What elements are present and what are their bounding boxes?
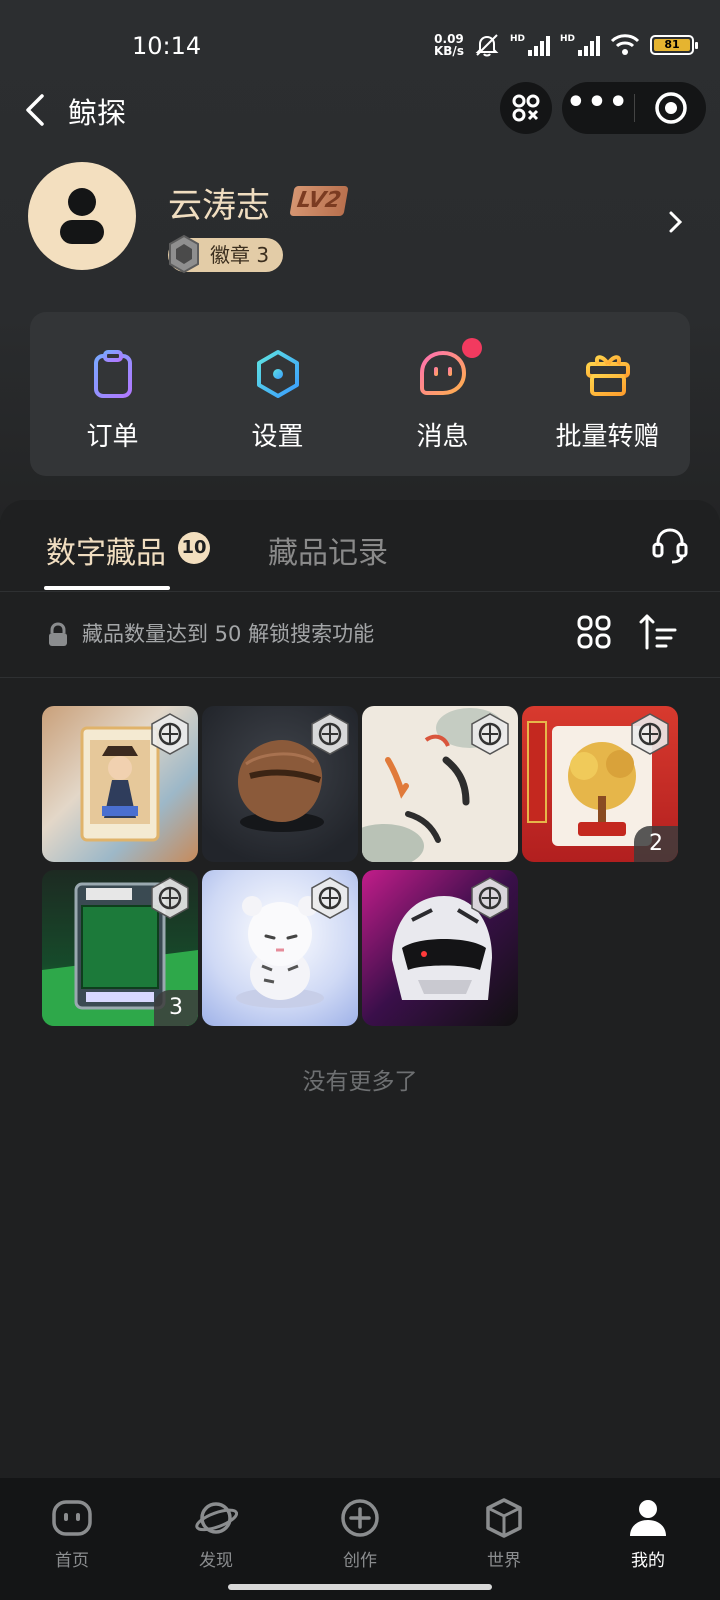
collectible-card-walnut[interactable] — [202, 706, 358, 862]
target-icon — [654, 92, 687, 124]
collection-panel: 数字藏品 10 藏品记录 藏品数量达到 50 解锁搜索功能 2 3 没有更多了 — [0, 500, 720, 1480]
sim1-tag: HD — [509, 34, 525, 44]
quantity-badge: 2 — [634, 826, 678, 862]
tab-collection-records[interactable]: 藏品记录 — [268, 528, 388, 572]
nav-me[interactable]: 我的 — [576, 1478, 720, 1600]
quick-actions: 订单 设置 消息 批量转赠 — [30, 312, 690, 476]
customer-service-icon[interactable] — [650, 526, 690, 566]
search-lock-row: 藏品数量达到 50 解锁搜索功能 — [0, 592, 720, 678]
nav-create[interactable]: 创作 — [288, 1478, 432, 1600]
batch-transfer-label: 批量转赠 — [555, 422, 660, 452]
search-unlock-hint: 藏品数量达到 50 解锁搜索功能 — [82, 622, 375, 646]
messages-label: 消息 — [416, 422, 469, 452]
collectible-card-anime[interactable] — [42, 706, 198, 862]
nav-me-label: 我的 — [631, 1551, 665, 1571]
collection-tabs: 数字藏品 10 藏品记录 — [0, 500, 720, 592]
settings-label: 设置 — [251, 422, 304, 452]
nav-discover[interactable]: 发现 — [144, 1478, 288, 1600]
wifi-icon — [610, 34, 640, 55]
settings-button[interactable]: 设置 — [195, 312, 360, 476]
back-icon[interactable] — [18, 90, 58, 130]
collectible-card-billiards[interactable]: 3 — [42, 870, 198, 1026]
plus-circle-icon — [341, 1499, 379, 1537]
level-badge: LV2 — [289, 186, 349, 216]
home-indicator[interactable] — [228, 1584, 492, 1590]
mute-bell-icon — [475, 34, 499, 57]
status-bar: 10:14 0.09 KB/s HD HD 81 — [0, 0, 720, 90]
message-face-icon — [419, 350, 466, 395]
sim2-tag: HD — [559, 34, 575, 44]
mini-program-capsule: ••• — [562, 82, 706, 134]
collectible-card-money-tree[interactable]: 2 — [522, 706, 678, 862]
blockchain-icon — [151, 713, 189, 755]
collectible-card-helmet[interactable] — [362, 870, 518, 1026]
orders-label: 订单 — [86, 422, 139, 452]
unread-dot — [462, 338, 482, 358]
cube-icon — [486, 1498, 522, 1538]
chevron-right-icon[interactable] — [664, 210, 688, 234]
blockchain-icon — [151, 877, 189, 919]
scan-code-icon — [512, 94, 540, 122]
nav-create-label: 创作 — [343, 1551, 377, 1571]
grid-view-icon[interactable] — [576, 614, 612, 650]
no-more-text: 没有更多了 — [302, 1069, 418, 1095]
sort-icon[interactable] — [638, 612, 678, 652]
blockchain-icon — [471, 713, 509, 755]
nav-home[interactable]: 首页 — [0, 1478, 144, 1600]
badge-medal-icon — [169, 234, 199, 274]
scan-button[interactable] — [500, 82, 552, 134]
batch-transfer-button[interactable]: 批量转赠 — [525, 312, 690, 476]
collectible-card-white-tiger[interactable] — [202, 870, 358, 1026]
nav-discover-label: 发现 — [199, 1551, 233, 1571]
nav-world[interactable]: 世界 — [432, 1478, 576, 1600]
collectible-card-koi[interactable] — [362, 706, 518, 862]
active-tab-indicator — [44, 586, 170, 590]
orders-button[interactable]: 订单 — [30, 312, 195, 476]
signal-2-icon: HD — [560, 34, 600, 56]
hexagon-settings-icon — [256, 350, 299, 398]
user-avatar-icon — [60, 188, 104, 244]
lock-icon — [49, 622, 67, 646]
top-nav: 鲸探 ••• — [0, 80, 720, 140]
battery-level: 81 — [654, 39, 690, 51]
bottom-nav: 首页 发现 创作 世界 我的 — [0, 1478, 720, 1600]
network-speed: 0.09 KB/s — [434, 33, 464, 57]
signal-1-icon: HD — [510, 34, 550, 56]
messages-button[interactable]: 消息 — [360, 312, 525, 476]
clipboard-icon — [93, 350, 132, 398]
quantity-badge: 3 — [154, 990, 198, 1026]
user-icon — [630, 1500, 666, 1536]
home-face-icon — [52, 1500, 92, 1536]
page-title: 鲸探 — [68, 96, 127, 130]
gift-icon — [585, 355, 630, 396]
more-button[interactable]: ••• — [562, 88, 634, 118]
username: 云涛志 — [168, 186, 270, 226]
blockchain-icon — [311, 713, 349, 755]
blockchain-icon — [631, 713, 669, 755]
avatar[interactable] — [28, 162, 136, 270]
status-icons: 0.09 KB/s HD HD 81 — [434, 32, 698, 58]
tab-digital-collectibles[interactable]: 数字藏品 — [46, 528, 166, 572]
nav-world-label: 世界 — [487, 1551, 521, 1571]
blockchain-icon — [311, 877, 349, 919]
blockchain-icon — [471, 877, 509, 919]
network-speed-unit: KB/s — [433, 44, 464, 58]
status-time: 10:14 — [132, 32, 202, 60]
close-miniapp-button[interactable] — [635, 91, 706, 125]
planet-icon — [195, 1502, 238, 1534]
nav-home-label: 首页 — [55, 1551, 89, 1571]
collectibles-count-badge: 10 — [178, 532, 210, 564]
battery-icon: 81 — [650, 35, 698, 55]
